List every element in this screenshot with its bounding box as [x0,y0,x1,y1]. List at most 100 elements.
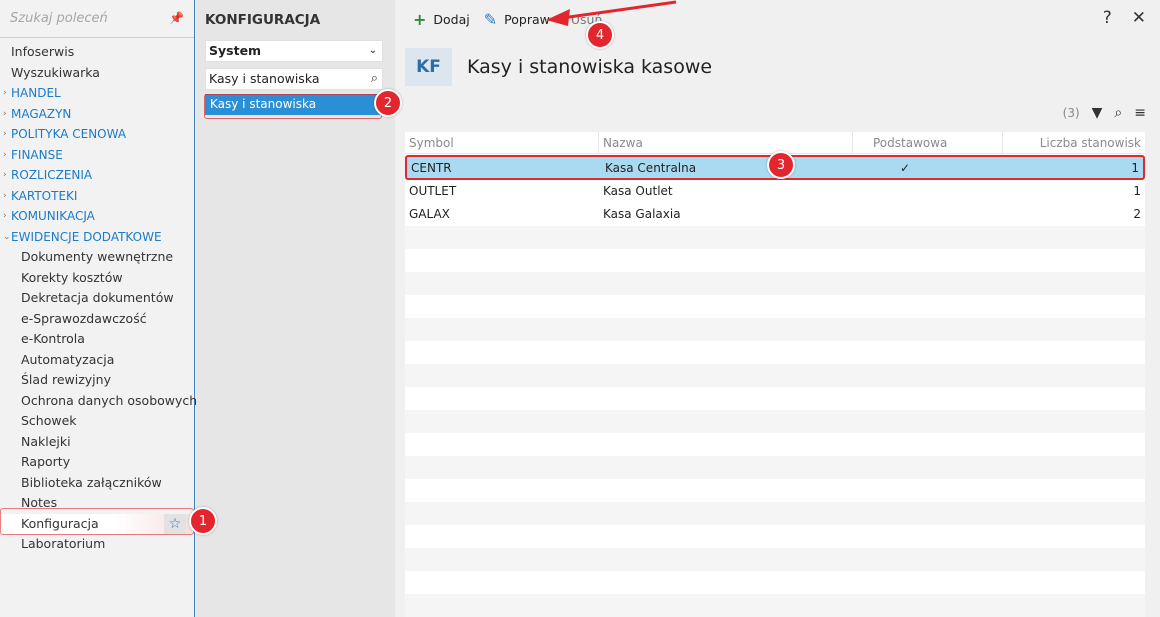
nav-section-rozliczenia[interactable]: › ROZLICZENIA [0,165,194,186]
command-search: 📌 [0,0,194,38]
empty-row [405,364,1145,387]
command-search-input[interactable] [10,11,160,26]
cell-name: Kasa Centralna [605,161,697,175]
grid-header: Symbol Nazwa Podstawowa Liczba stanowisk [405,132,1145,154]
empty-row [405,548,1145,571]
nav-section-polityka-cenowa[interactable]: › POLITYKA CENOWA [0,124,194,145]
chevron-right-icon: › [3,211,7,221]
view-badge: KF [405,48,452,86]
nav-section-handel[interactable]: › HANDEL [0,83,194,104]
nav-subitem[interactable]: Korekty kosztów [0,268,194,289]
cell-symbol: GALAX [409,207,450,221]
search-icon[interactable]: ⌕ [371,69,378,89]
cell-symbol: OUTLET [409,184,457,198]
empty-rows [405,226,1145,617]
empty-row [405,387,1145,410]
step-marker-1: 1 [189,507,217,535]
cell-default [853,180,1003,203]
main-pane: + Dodaj ✎ Popraw Usuń ? ✕ KF Kasy i stanow… [395,0,1160,617]
record-count: (3) [1062,106,1080,120]
page-title: Kasy i stanowiska kasowe [467,56,713,78]
empty-row [405,410,1145,433]
empty-row [405,502,1145,525]
nav-section-komunikacja[interactable]: › KOMUNIKACJA [0,206,194,227]
step-marker-3: 3 [767,151,795,179]
cell-name: Kasa Outlet [603,184,673,198]
chevron-right-icon: › [3,170,7,180]
empty-row [405,226,1145,249]
chevron-right-icon: › [3,149,7,160]
column-header-liczba-stanowisk[interactable]: Liczba stanowisk [1003,132,1145,153]
nav-subitem[interactable]: Ślad rewizyjny [0,370,194,391]
view-header: KF Kasy i stanowiska kasowe [405,48,712,86]
chevron-down-icon: ⌄ [368,45,377,56]
cell-count: 1 [1133,184,1141,198]
empty-row [405,571,1145,594]
nav-item-wyszukiwarka[interactable]: Wyszukiwarka [0,63,194,84]
nav-subitem[interactable]: Dekretacja dokumentów [0,288,194,309]
highlight-kasy-item [204,94,382,119]
column-header-podstawowa[interactable]: Podstawowa [853,132,1003,153]
nav-section-finanse[interactable]: › FINANSE [0,145,194,166]
column-header-symbol[interactable]: Symbol [405,132,599,153]
config-title: KONFIGURACJA [205,12,321,28]
nav-subitem[interactable]: e-Sprawozdawczość [0,309,194,330]
empty-row [405,594,1145,617]
config-group-select[interactable]: System ⌄ [205,40,383,62]
cell-name: Kasa Galaxia [603,207,681,221]
nav-subitem[interactable]: Naklejki [0,432,194,453]
nav-subitem[interactable]: Automatyzacja [0,350,194,371]
grid-tools: (3) ▼ ⌕ ≡ [1063,105,1146,121]
data-grid: Symbol Nazwa Podstawowa Liczba stanowisk… [405,132,1145,617]
empty-row [405,295,1145,318]
step-marker-2: 2 [374,89,402,117]
pin-icon[interactable]: 📌 [169,11,184,25]
nav-item-infoserwis[interactable]: Infoserwis [0,42,194,63]
empty-row [405,249,1145,272]
empty-row [405,318,1145,341]
arrow-annotation [546,0,677,26]
empty-row [405,525,1145,548]
cell-count: 2 [1133,207,1141,221]
close-button[interactable]: ✕ [1132,8,1146,28]
nav-subitem[interactable]: Ochrona danych osobowych [0,391,197,412]
nav-subitem[interactable]: Laboratorium [0,534,194,555]
nav-subitem[interactable]: Dokumenty wewnętrzne [0,247,194,268]
chevron-right-icon: › [3,129,7,139]
brush-icon: ✎ [483,9,498,29]
table-row[interactable]: OUTLET Kasa Outlet 1 [405,180,1145,203]
table-row[interactable]: GALAX Kasa Galaxia 2 [405,203,1145,226]
configuration-panel: KONFIGURACJA System ⌄ Kasy i stanowiska … [196,0,395,617]
nav-subitem[interactable]: Schowek [0,411,194,432]
nav-section-magazyn[interactable]: › MAGAZYN [0,104,194,125]
chevron-right-icon: › [3,88,7,98]
nav-subitem[interactable]: e-Kontrola [0,329,194,350]
filter-icon[interactable]: ▼ [1092,105,1103,121]
checkmark-icon: ✓ [899,161,911,175]
chevron-right-icon: › [3,108,7,119]
column-header-nazwa[interactable]: Nazwa [599,132,853,153]
empty-row [405,341,1145,364]
chevron-down-icon: ⌄ [3,231,11,242]
nav-subitem[interactable]: Biblioteka załączników [0,473,194,494]
highlight-konfiguracja [0,508,194,535]
cell-count: 1 [1131,161,1139,175]
cell-symbol: CENTR [411,161,452,175]
nav-section-ewidencje-dodatkowe[interactable]: ⌄ EWIDENCJE DODATKOWE [0,227,194,248]
nav-subitem[interactable]: Raporty [0,452,194,473]
help-button[interactable]: ? [1103,8,1112,28]
cell-default [853,203,1003,226]
empty-row [405,272,1145,295]
toolbar: + Dodaj ✎ Popraw Usuń [395,0,1160,38]
config-filter-input[interactable]: Kasy i stanowiska ⌕ [205,68,383,90]
empty-row [405,456,1145,479]
empty-row [405,479,1145,502]
window-buttons: ? ✕ [1103,8,1146,28]
plus-icon: + [413,9,427,29]
search-icon[interactable]: ⌕ [1114,105,1122,121]
add-button[interactable]: + Dodaj [413,10,470,29]
empty-row [405,433,1145,456]
menu-icon[interactable]: ≡ [1134,105,1146,121]
nav-list: Infoserwis Wyszukiwarka › HANDEL › MAGAZYN… [0,38,197,555]
nav-section-kartoteki[interactable]: › KARTOTEKI [0,186,194,207]
